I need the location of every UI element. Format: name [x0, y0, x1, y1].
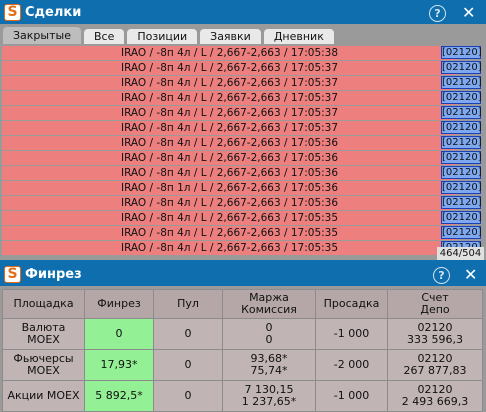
commission-value: 0	[265, 333, 273, 346]
deal-row[interactable]: IRAO / -8п 4л / L / 2,667-2,663 / 17:05:…	[2, 106, 457, 120]
commission-value: 1 237,65*	[241, 395, 297, 408]
account-badge[interactable]: [02120]	[441, 181, 482, 194]
col-drawdown[interactable]: Просадка	[315, 289, 388, 319]
tab-journal[interactable]: Дневник	[263, 29, 334, 44]
depo-value: 333 596,3	[407, 333, 463, 346]
finres-header-row: Площадка Финрез Пул Маржа Комиссия Проса…	[2, 289, 483, 319]
tab-positions[interactable]: Позиции	[127, 29, 198, 44]
app-logo-icon: S	[4, 265, 21, 283]
deal-row[interactable]: IRAO / -8п 4л / L / 2,667-2,663 / 17:05:…	[2, 211, 457, 225]
table-row[interactable]: Валюта MOEX 0 0 0 0 -1 000 02120 333 596…	[2, 318, 483, 350]
col-margin-commission[interactable]: Маржа Комиссия	[222, 289, 316, 319]
margin-commission-cell: 93,68* 75,74*	[222, 349, 316, 381]
drawdown-value: -1 000	[315, 380, 388, 412]
tab-closed[interactable]: Закрытые	[3, 27, 81, 44]
margin-commission-cell: 7 130,15 1 237,65*	[222, 380, 316, 412]
account-badge[interactable]: [02120]	[441, 121, 482, 134]
deals-titlebar[interactable]: S Сделки ? ✕	[0, 0, 486, 24]
venue-exchange: MOEX	[27, 364, 60, 377]
col-commission: Комиссия	[241, 303, 297, 316]
account-depo-cell: 02120 2 493 669,3	[387, 380, 483, 412]
account-badge[interactable]: [02120]	[441, 226, 482, 239]
account-depo-cell: 02120 267 877,83	[387, 349, 483, 381]
deal-row[interactable]: IRAO / -8п 4л / L / 2,667-2,663 / 17:05:…	[2, 151, 457, 165]
account-badge[interactable]: [02120]	[441, 166, 482, 179]
pool-value: 0	[153, 349, 223, 381]
pool-value: 0	[153, 380, 223, 412]
deal-row[interactable]: IRAO / -8п 4л / L / 2,667-2,663 / 17:05:…	[2, 226, 457, 240]
margin-commission-cell: 0 0	[222, 318, 316, 350]
deals-title: Сделки	[25, 4, 82, 20]
app-logo-icon: S	[4, 3, 21, 21]
drawdown-value: -1 000	[315, 318, 388, 350]
account-badge[interactable]: [02120]	[441, 196, 482, 209]
table-row[interactable]: Фьючерсы MOEX 17,93* 0 93,68* 75,74* -2 …	[2, 349, 483, 381]
deals-window: S Сделки ? ✕ Закрытые Все Позиции Заявки…	[0, 0, 486, 260]
account-badge[interactable]: [02120]	[441, 211, 482, 224]
finres-value: 5 892,5*	[84, 380, 154, 412]
deal-row[interactable]: IRAO / -8п 1л / L / 2,667-2,663 / 17:05:…	[2, 181, 457, 195]
venue-cell: Валюта MOEX	[2, 318, 85, 350]
tab-all[interactable]: Все	[83, 29, 125, 44]
venue-name: Акции MOEX	[7, 389, 80, 402]
table-row[interactable]: Акции MOEX 5 892,5* 0 7 130,15 1 237,65*…	[2, 380, 483, 412]
row-counter: 464/504	[437, 247, 484, 260]
venue-cell: Фьючерсы MOEX	[2, 349, 85, 381]
finres-value: 17,93*	[84, 349, 154, 381]
account-badge[interactable]: [02120]	[441, 136, 482, 149]
deal-row[interactable]: IRAO / -8п 4л / L / 2,667-2,663 / 17:05:…	[2, 91, 457, 105]
finres-table: Площадка Финрез Пул Маржа Комиссия Проса…	[2, 289, 483, 412]
depo-value: 2 493 669,3	[401, 395, 469, 408]
help-icon[interactable]: ?	[429, 5, 446, 22]
deal-row[interactable]: IRAO / -8п 4л / L / 2,667-2,663 / 17:05:…	[2, 76, 457, 90]
deals-tabs: Закрытые Все Позиции Заявки Дневник	[0, 24, 486, 44]
finres-value: 0	[84, 318, 154, 350]
deal-row[interactable]: IRAO / -8п 4л / L / 2,667-2,663 / 17:05:…	[2, 136, 457, 150]
account-badge[interactable]: [02120]	[441, 61, 482, 74]
col-pool[interactable]: Пул	[153, 289, 223, 319]
deal-row[interactable]: IRAO / -8п 4л / L / 2,667-2,663 / 17:05:…	[2, 241, 457, 255]
account-badge[interactable]: [02120]	[441, 91, 482, 104]
help-icon[interactable]: ?	[433, 267, 450, 284]
account-badge[interactable]: [02120]	[441, 106, 482, 119]
tab-orders[interactable]: Заявки	[200, 29, 261, 44]
finres-titlebar[interactable]: S Финрез ? ✕	[0, 262, 486, 286]
finres-title: Финрез	[25, 266, 82, 282]
close-icon[interactable]: ✕	[462, 3, 475, 22]
col-account-depo[interactable]: Счет Депо	[387, 289, 483, 319]
depo-value: 267 877,83	[403, 364, 467, 377]
venue-cell: Акции MOEX	[2, 380, 85, 412]
deal-row[interactable]: IRAO / -8п 4л / L / 2,667-2,663 / 17:05:…	[2, 61, 457, 75]
deal-row[interactable]: IRAO / -8п 4л / L / 2,667-2,663 / 17:05:…	[2, 166, 457, 180]
deal-row[interactable]: IRAO / -8п 4л / L / 2,667-2,663 / 17:05:…	[2, 121, 457, 135]
commission-value: 75,74*	[250, 364, 288, 377]
account-badge[interactable]: [02120]	[441, 151, 482, 164]
deals-list[interactable]: IRAO / -8п 4л / L / 2,667-2,663 / 17:05:…	[0, 46, 486, 260]
col-finres[interactable]: Финрез	[84, 289, 154, 319]
close-icon[interactable]: ✕	[464, 265, 477, 284]
account-depo-cell: 02120 333 596,3	[387, 318, 483, 350]
col-venue[interactable]: Площадка	[2, 289, 85, 319]
col-depo: Депо	[420, 303, 450, 316]
deal-row[interactable]: IRAO / -8п 4л / L / 2,667-2,663 / 17:05:…	[2, 46, 457, 60]
pool-value: 0	[153, 318, 223, 350]
account-badge[interactable]: [02120]	[441, 46, 482, 59]
finres-window: S Финрез ? ✕ Площадка Финрез Пул Маржа К…	[0, 262, 486, 412]
account-badge[interactable]: [02120]	[441, 76, 482, 89]
deal-row[interactable]: IRAO / -8п 4л / L / 2,667-2,663 / 17:05:…	[2, 196, 457, 210]
venue-exchange: MOEX	[27, 333, 60, 346]
drawdown-value: -2 000	[315, 349, 388, 381]
